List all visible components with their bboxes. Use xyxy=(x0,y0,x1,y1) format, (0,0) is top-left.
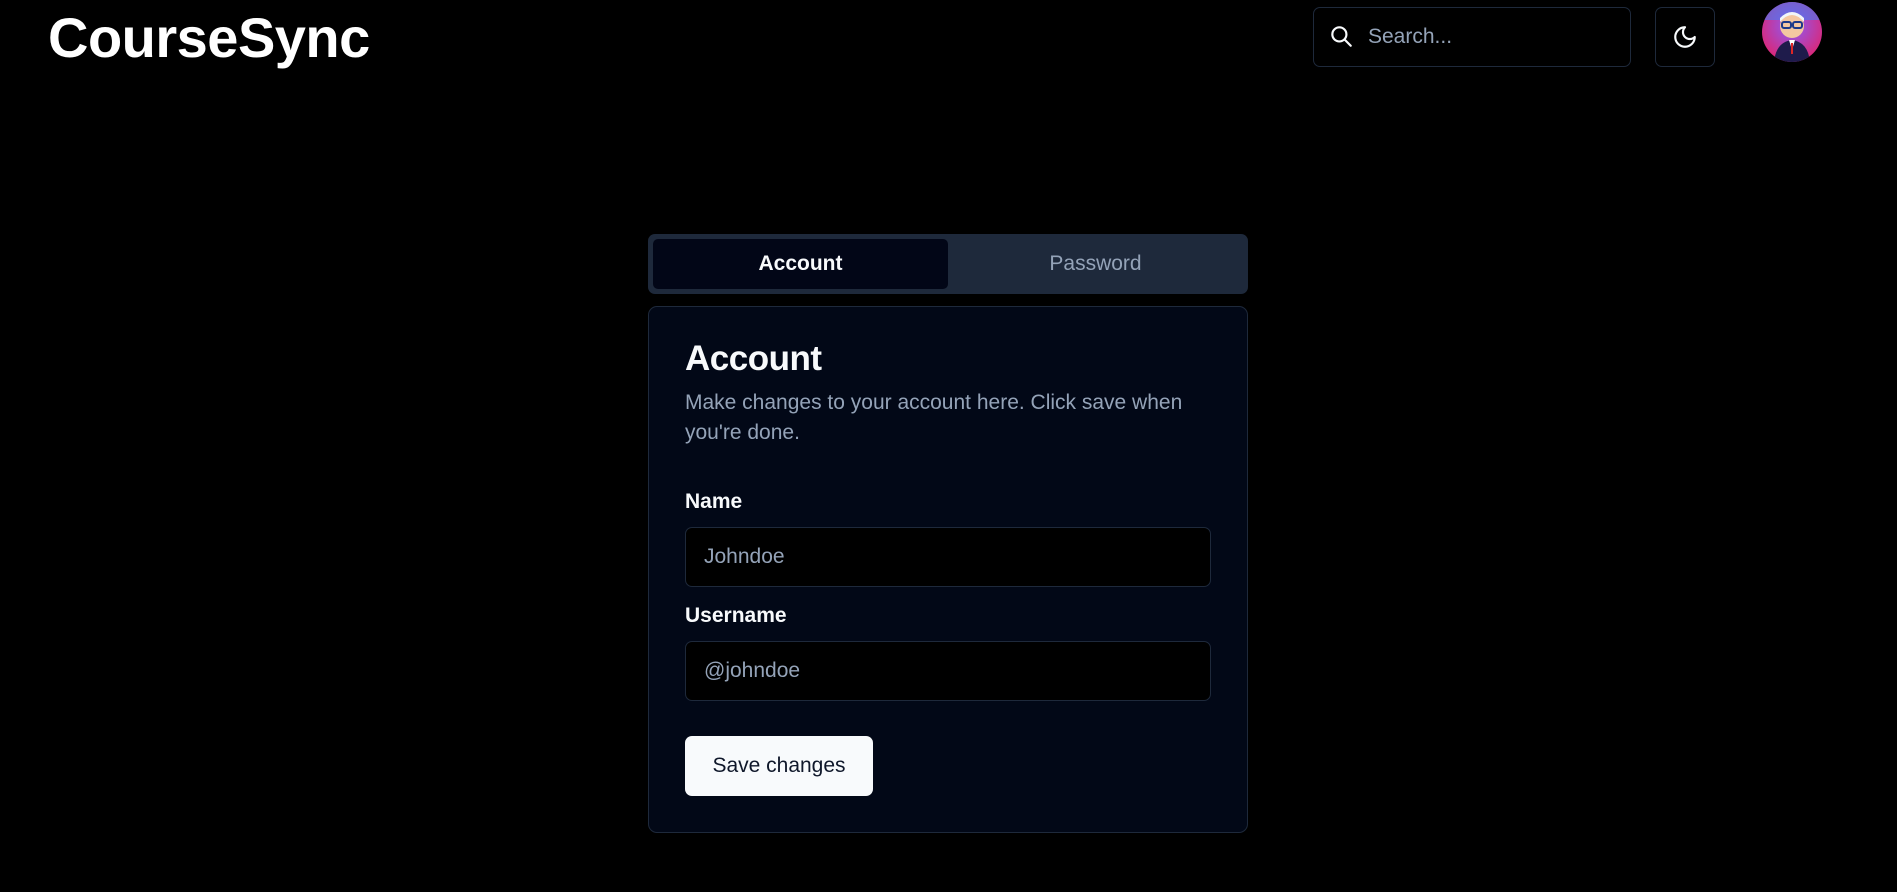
avatar-image-icon xyxy=(1762,2,1822,62)
username-field[interactable] xyxy=(685,641,1211,701)
name-label: Name xyxy=(685,490,743,513)
tab-password[interactable]: Password xyxy=(948,239,1243,289)
top-header: CourseSync xyxy=(0,0,1897,76)
app-logo[interactable]: CourseSync xyxy=(48,6,370,70)
name-field[interactable] xyxy=(685,527,1211,587)
user-avatar[interactable] xyxy=(1762,2,1822,62)
save-changes-button[interactable]: Save changes xyxy=(685,736,873,796)
account-tabs: Account Password xyxy=(648,234,1248,294)
card-title: Account xyxy=(685,339,822,378)
moon-icon xyxy=(1674,26,1696,48)
card-description: Make changes to your account here. Click… xyxy=(685,391,1183,444)
account-card: Account Make changes to your account her… xyxy=(648,306,1248,833)
search-icon xyxy=(1331,26,1352,47)
username-label: Username xyxy=(685,604,787,627)
search-box[interactable] xyxy=(1313,7,1631,67)
tab-account[interactable]: Account xyxy=(653,239,948,289)
theme-toggle-button[interactable] xyxy=(1655,7,1715,67)
search-input[interactable] xyxy=(1366,8,1616,66)
